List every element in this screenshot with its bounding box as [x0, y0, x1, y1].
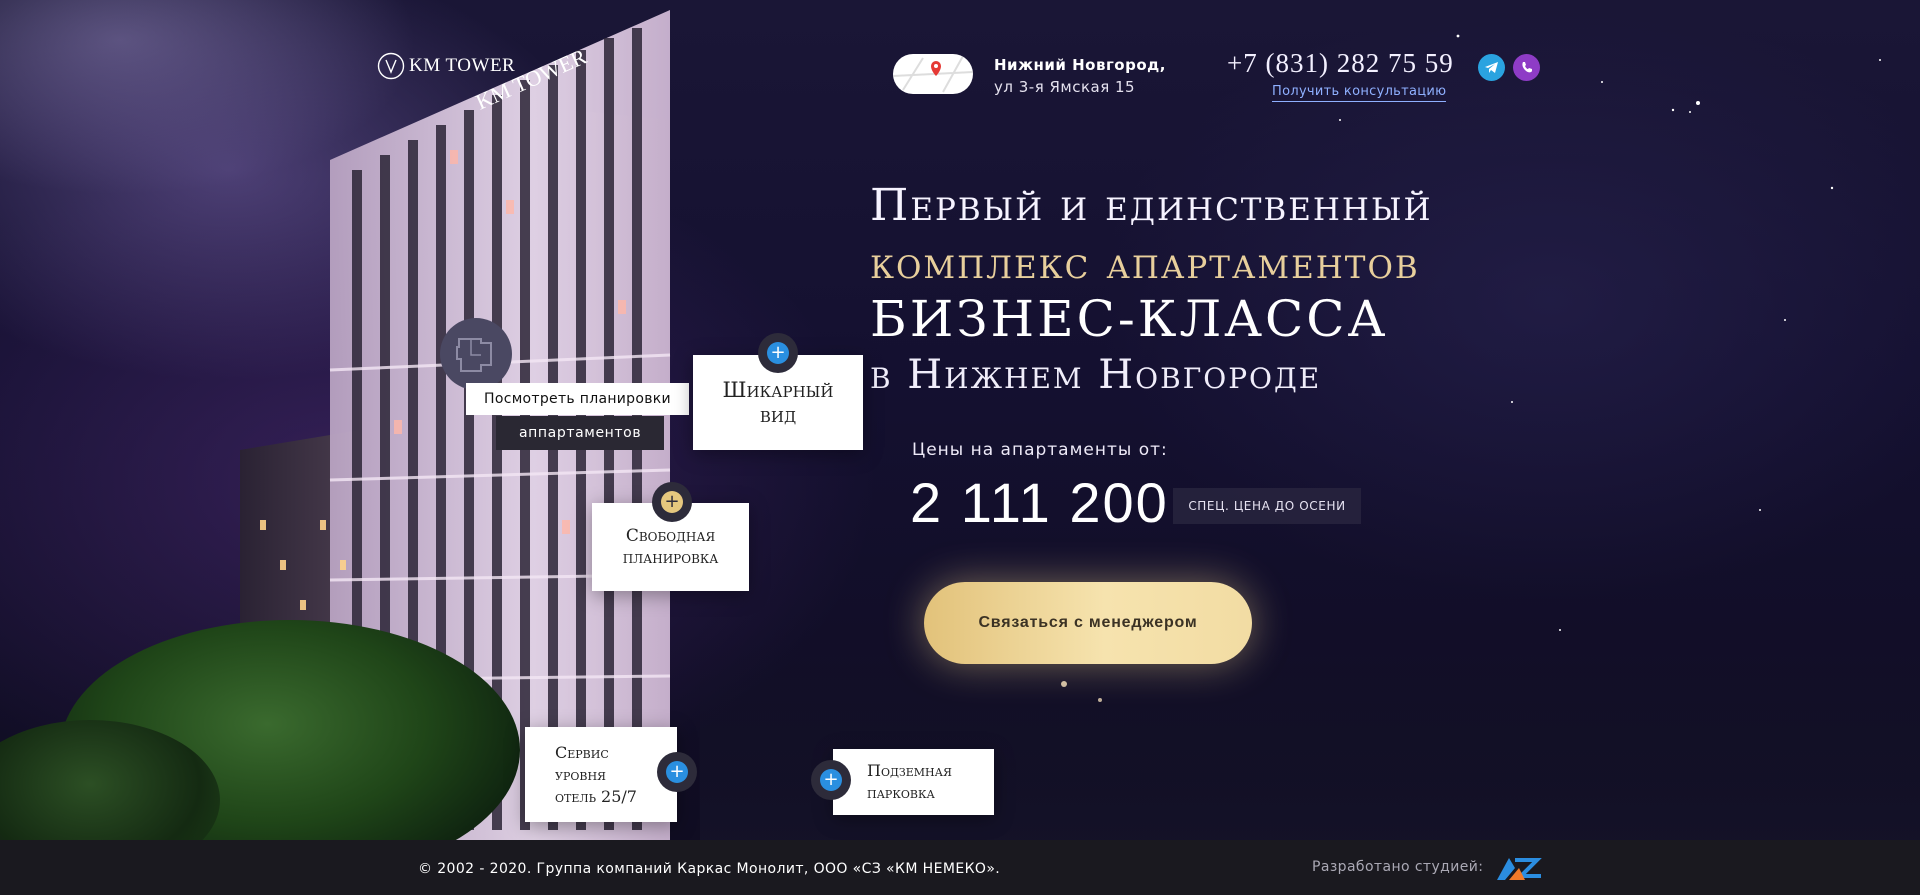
address-city: Нижний Новгород,	[994, 56, 1166, 74]
address: Нижний Новгород, ул 3-я Ямская 15	[994, 54, 1166, 98]
headline-line-2: комплекс апартаментов	[870, 238, 1420, 289]
plus-icon: +	[820, 769, 842, 791]
feature-plus-parking[interactable]: +	[811, 760, 851, 800]
consultation-link[interactable]: Получить консультацию	[1272, 84, 1447, 102]
phone-number[interactable]: +7 (831) 282 75 59	[1227, 48, 1454, 79]
view-plans-label-noun: планировки	[579, 391, 671, 407]
floor-plan-thumbnail[interactable]	[440, 318, 512, 390]
map-pin-icon	[893, 55, 973, 93]
feature-card-view-line2: вид	[759, 402, 797, 427]
price-value: 2 111 200	[910, 471, 1169, 534]
price-badge: СПЕЦ. ЦЕНА ДО ОСЕНИ	[1173, 488, 1361, 524]
headline-line-1: Первый и единственный	[870, 180, 1433, 231]
address-street: ул 3-я Ямская 15	[994, 78, 1136, 96]
feature-card-service-line1: Сервис	[555, 742, 609, 762]
feature-card-parking[interactable]: Подземная парковка	[833, 749, 994, 815]
headline-line-3: БИЗНЕС-КЛАССА	[870, 290, 1389, 348]
feature-plus-view[interactable]: +	[758, 333, 798, 373]
view-plans-label-verb: Посмотреть	[484, 391, 575, 407]
viber-button[interactable]	[1513, 54, 1540, 81]
feature-card-layout-line1: Свободная	[625, 526, 716, 546]
site-logo[interactable]: KM TOWER	[377, 52, 515, 80]
feature-plus-service[interactable]: +	[657, 752, 697, 792]
logo-text: KM TOWER	[409, 55, 516, 76]
map-button[interactable]	[893, 54, 973, 94]
feature-card-parking-line1: Подземная	[867, 761, 952, 780]
viber-icon	[1522, 62, 1532, 73]
view-plans-label[interactable]: Посмотреть планировки	[466, 383, 689, 415]
plus-icon: +	[767, 342, 789, 364]
feature-plus-layout[interactable]: +	[652, 482, 692, 522]
contact-manager-button[interactable]: Связаться с менеджером	[924, 582, 1252, 664]
price-label: Цены на апартаменты от:	[912, 440, 1168, 460]
telegram-icon	[1485, 62, 1498, 73]
telegram-button[interactable]	[1478, 54, 1505, 81]
plus-icon: +	[666, 761, 688, 783]
feature-card-service-line2: уровня	[555, 764, 606, 784]
feature-card-parking-line2: парковка	[867, 783, 935, 802]
floor-plan-icon	[456, 338, 492, 372]
studio-logo-icon[interactable]	[1495, 854, 1543, 882]
view-plans-sublabel[interactable]: аппартаментов	[496, 416, 665, 450]
feature-card-service-line3: отель 25/7	[555, 786, 637, 806]
developer-label: Разработано студией:	[1312, 859, 1484, 875]
feature-card-service[interactable]: Сервис уровня отель 25/7	[525, 727, 677, 822]
headline-line-4: в Нижнем Новгороде	[870, 352, 1322, 398]
tower-logo-icon	[377, 52, 405, 80]
copyright-text: © 2002 - 2020. Группа компаний Каркас Мо…	[418, 861, 1001, 877]
plus-icon: +	[661, 491, 683, 513]
feature-card-view-line1: Шикарный	[722, 377, 834, 402]
feature-card-layout-line2: планировка	[622, 548, 719, 568]
